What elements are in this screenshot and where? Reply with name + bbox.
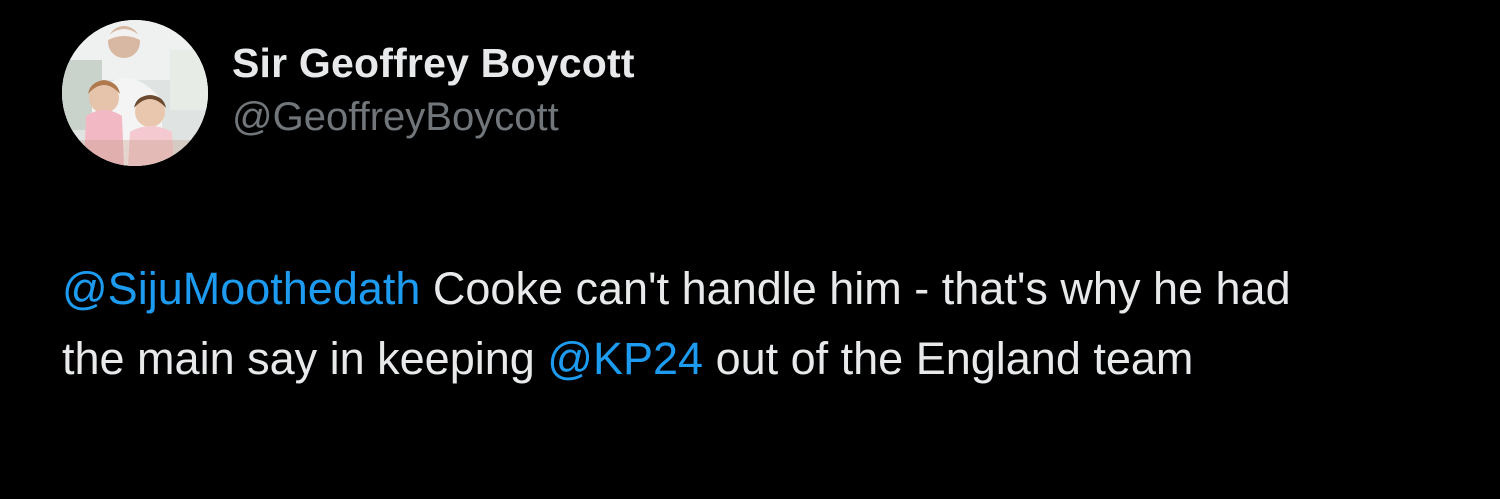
author-avatar[interactable] (62, 20, 208, 166)
tweet-body: @SijuMoothedath Cooke can't handle him -… (62, 254, 1352, 394)
profile-photo-icon (62, 20, 208, 166)
tweet-card: Sir Geoffrey Boycott @GeoffreyBoycott @S… (0, 0, 1500, 499)
tweet-header: Sir Geoffrey Boycott @GeoffreyBoycott (62, 20, 635, 166)
author-names: Sir Geoffrey Boycott @GeoffreyBoycott (232, 37, 635, 143)
tweet-text-segment: out of the England team (703, 333, 1194, 384)
mention-link[interactable]: @SijuMoothedath (62, 263, 420, 314)
author-display-name[interactable]: Sir Geoffrey Boycott (232, 37, 635, 89)
mention-link[interactable]: @KP24 (547, 333, 703, 384)
author-handle[interactable]: @GeoffreyBoycott (232, 91, 635, 143)
